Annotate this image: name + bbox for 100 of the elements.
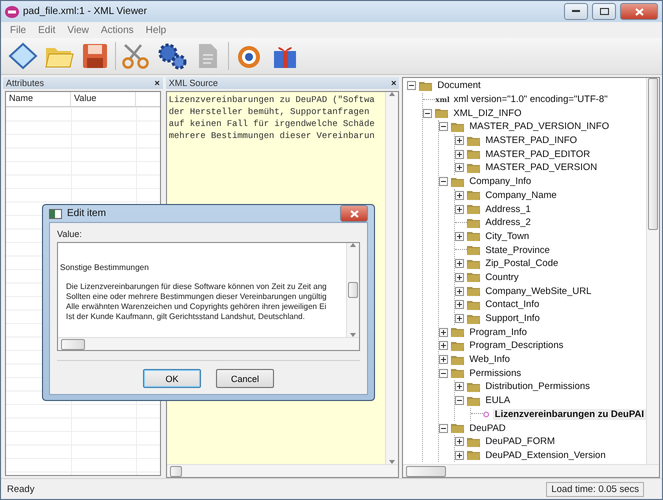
tree-item[interactable]: MASTER_PAD_VERSION_INFO xyxy=(467,121,612,132)
tree-item[interactable]: MASTER_PAD_EDITOR xyxy=(483,148,592,160)
tree-item[interactable]: Zip_Postal_Code xyxy=(483,258,560,270)
tree-item[interactable]: City_Town xyxy=(483,230,532,242)
expand-toggle[interactable] xyxy=(455,204,464,214)
vertical-scrollbar[interactable] xyxy=(646,78,659,464)
vertical-scrollbar[interactable] xyxy=(385,92,398,464)
scrollbar-thumb[interactable] xyxy=(348,282,358,298)
expand-toggle[interactable] xyxy=(455,190,464,200)
tree-item[interactable]: Contact_Info xyxy=(483,299,542,310)
folder-icon xyxy=(467,382,480,392)
tree-item[interactable]: Company_WebSite_URL xyxy=(483,286,594,297)
up-arrow-icon[interactable] xyxy=(350,243,356,247)
expand-toggle[interactable] xyxy=(455,150,464,159)
dialog-button[interactable]: Cancel xyxy=(216,369,274,388)
down-arrow-icon[interactable] xyxy=(389,460,396,464)
menu-item[interactable]: View xyxy=(62,24,94,36)
tree-item[interactable]: MASTER_PAD_VERSION xyxy=(483,162,600,174)
expand-toggle[interactable] xyxy=(455,314,464,324)
close-icon xyxy=(634,8,644,16)
gears-icon xyxy=(157,42,187,70)
plus-icon xyxy=(441,343,446,348)
expand-toggle[interactable] xyxy=(455,382,464,392)
minimize-button[interactable] xyxy=(564,3,588,20)
plus-icon xyxy=(457,234,462,239)
scrollbar-thumb[interactable] xyxy=(648,78,658,230)
folder-icon xyxy=(467,450,480,460)
tree-item[interactable]: Address_1 xyxy=(483,204,533,215)
collapse-toggle[interactable] xyxy=(407,81,416,90)
expand-toggle[interactable] xyxy=(455,437,464,446)
tree-item[interactable]: DeuPAD_Extension_Version xyxy=(483,450,608,461)
expand-toggle[interactable] xyxy=(455,450,464,460)
expand-toggle[interactable] xyxy=(455,300,464,310)
maximize-button[interactable] xyxy=(592,3,616,20)
value-field[interactable] xyxy=(57,242,360,351)
expand-toggle[interactable] xyxy=(455,136,464,146)
close-button[interactable] xyxy=(340,205,368,222)
tree-item[interactable]: DeuPAD_FORM xyxy=(483,436,557,448)
maximize-icon xyxy=(600,8,608,15)
tree-item[interactable]: MASTER_PAD_INFO xyxy=(483,135,580,146)
horizontal-scrollbar[interactable] xyxy=(403,464,659,477)
minus-icon xyxy=(425,110,430,116)
tree-item[interactable]: Country xyxy=(483,272,521,283)
tree-item[interactable]: Support_Info xyxy=(483,313,542,324)
menu-item[interactable]: Edit xyxy=(33,24,60,36)
source-line: Lizenzvereinbarungen zu DeuPAD ("Softwa xyxy=(168,94,375,106)
expand-toggle[interactable] xyxy=(455,163,464,172)
column-header[interactable]: Name xyxy=(6,92,71,106)
menu-item[interactable]: File xyxy=(5,24,32,36)
menu-item[interactable]: Actions xyxy=(96,24,139,36)
collapse-toggle[interactable] xyxy=(455,396,464,406)
menu-item[interactable]: Help xyxy=(140,24,172,36)
expand-toggle[interactable] xyxy=(439,328,448,337)
up-arrow-icon[interactable] xyxy=(389,92,396,96)
tree-item[interactable]: Address_2 xyxy=(483,217,533,228)
expand-toggle[interactable] xyxy=(455,286,464,296)
expand-toggle[interactable] xyxy=(439,355,448,364)
vertical-scrollbar[interactable] xyxy=(346,243,359,337)
tree-item[interactable]: Document xyxy=(435,80,483,92)
expand-toggle[interactable] xyxy=(455,232,464,241)
down-arrow-icon[interactable] xyxy=(350,333,356,337)
tree-item[interactable]: Company_Name xyxy=(483,190,559,201)
collapse-toggle[interactable] xyxy=(439,424,448,433)
tree-item[interactable]: DeuPAD xyxy=(467,422,508,434)
tree-item[interactable]: xml version="1.0" encoding="UTF-8" xyxy=(452,94,610,106)
expand-toggle[interactable] xyxy=(439,341,448,350)
close-button[interactable]: × xyxy=(391,78,396,88)
dialog-button[interactable]: OK xyxy=(143,369,201,388)
minus-icon xyxy=(457,398,462,404)
plus-icon xyxy=(457,288,462,294)
scrollbar-thumb[interactable] xyxy=(406,466,446,476)
expand-toggle[interactable] xyxy=(455,272,464,282)
column-header[interactable]: Value xyxy=(71,92,136,106)
folder-icon xyxy=(451,340,464,351)
close-button[interactable]: × xyxy=(154,78,160,88)
expand-toggle[interactable] xyxy=(455,259,464,268)
scrollbar-thumb[interactable] xyxy=(170,466,182,476)
folder-icon xyxy=(467,436,480,447)
tree-item[interactable]: Web_Info xyxy=(467,354,512,366)
tree-item[interactable]: Company_Info xyxy=(467,176,534,188)
tree-item[interactable]: Program_Descriptions xyxy=(467,340,566,352)
collapse-toggle[interactable] xyxy=(439,122,448,132)
close-button[interactable] xyxy=(620,3,658,20)
collapse-toggle[interactable] xyxy=(439,177,448,186)
scrollbar-thumb[interactable] xyxy=(61,338,85,350)
folder-icon xyxy=(467,218,480,228)
tree-item[interactable]: Lizenzvereinbarungen zu DeuPAI xyxy=(492,408,646,420)
tree-item[interactable]: State_Province xyxy=(483,244,552,256)
plus-icon xyxy=(457,384,462,390)
tree-item[interactable]: Distribution_Permissions xyxy=(483,381,592,392)
horizontal-scrollbar[interactable] xyxy=(166,464,398,477)
tree-item[interactable]: XML_DIZ_INFO xyxy=(451,108,524,119)
horizontal-scrollbar[interactable] xyxy=(58,337,359,350)
source-line: der Hersteller bemüht, Supportanfragen xyxy=(168,106,370,118)
tree-item[interactable]: Permissions xyxy=(467,368,524,379)
collapse-toggle[interactable] xyxy=(439,368,448,378)
toolbar-button[interactable] xyxy=(7,40,39,72)
tree-item[interactable]: EULA xyxy=(483,395,512,406)
collapse-toggle[interactable] xyxy=(423,108,432,118)
tree-item[interactable]: Program_Info xyxy=(467,326,529,338)
